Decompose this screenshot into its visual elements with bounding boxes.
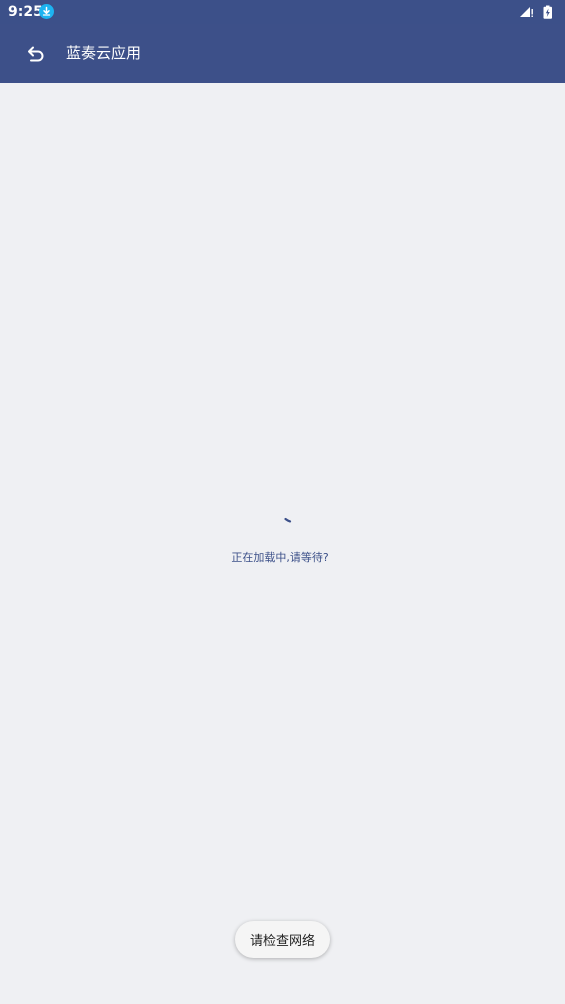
main-content: 正在加载中,请等待? (0, 83, 565, 1004)
loading-text: 正在加载中,请等待? (231, 551, 329, 564)
loading-spinner-icon (284, 517, 292, 523)
toast-message: 请检查网络 (235, 921, 330, 958)
signal-icon (520, 7, 533, 17)
battery-charging-icon (543, 5, 552, 19)
back-button[interactable] (20, 38, 52, 70)
status-icons (517, 4, 557, 20)
status-time: 9:25 (8, 4, 43, 20)
page-title: 蓝奏云应用 (66, 44, 142, 62)
status-bar: 9:25 (0, 0, 565, 24)
app-bar: 蓝奏云应用 (0, 24, 565, 83)
back-arrow-icon (28, 46, 44, 62)
download-icon (39, 4, 54, 19)
